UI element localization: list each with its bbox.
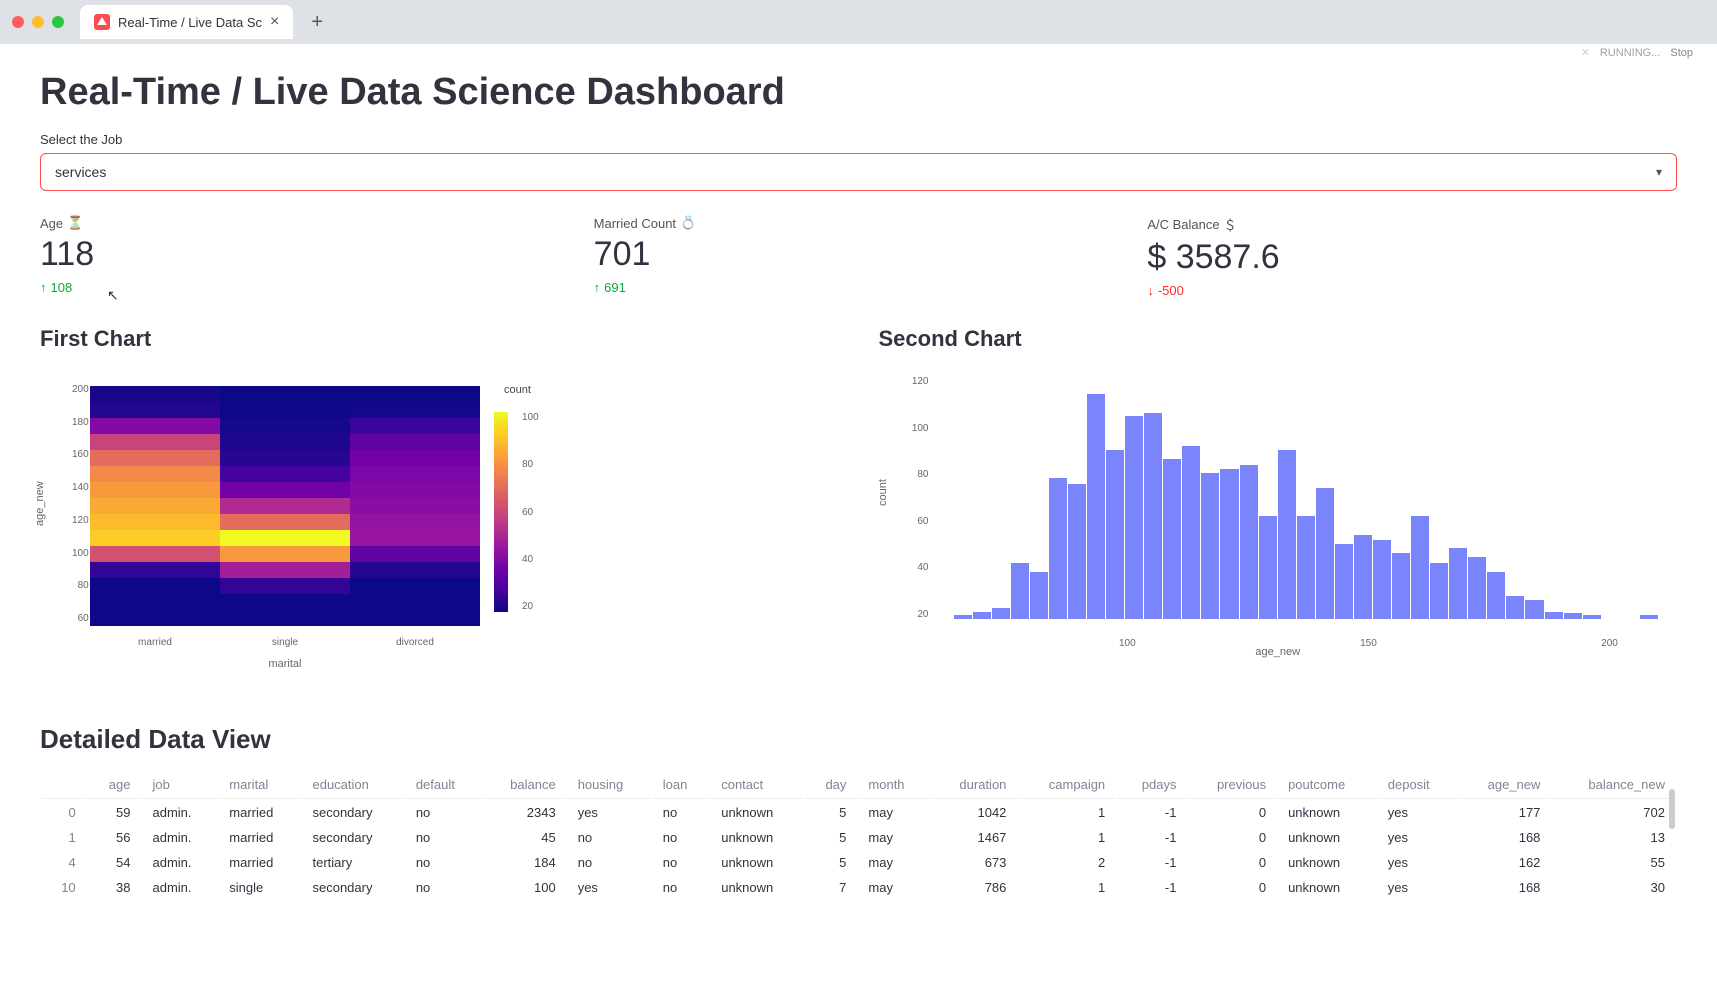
window-max-dot[interactable]	[52, 16, 64, 28]
chevron-down-icon: ▾	[1656, 165, 1662, 179]
window-close-dot[interactable]	[12, 16, 24, 28]
metric-balance-delta: ↓-500	[1147, 283, 1677, 298]
tab-title: Real-Time / Live Data Sc	[118, 15, 262, 30]
first-chart[interactable]: age_new 2001801601401201008060 count 100…	[40, 376, 839, 676]
stop-button[interactable]: Stop	[1670, 47, 1693, 59]
new-tab-button[interactable]: +	[311, 11, 323, 34]
window-min-dot[interactable]	[32, 16, 44, 28]
browser-chrome: Real-Time / Live Data Sc × +	[0, 0, 1717, 44]
page-title: Real-Time / Live Data Science Dashboard	[40, 71, 1677, 114]
table-row[interactable]: 156admin.marriedsecondaryno45nonounknown…	[42, 826, 1675, 849]
app-status-row: ✕ RUNNING... Stop	[0, 44, 1717, 59]
heatmap-ylabel: age_new	[34, 481, 46, 526]
streamlit-favicon	[94, 14, 110, 30]
tab-close-icon[interactable]: ×	[270, 13, 279, 31]
status-running: RUNNING...	[1600, 47, 1661, 59]
metric-age-value: 118	[40, 235, 570, 274]
second-chart-title: Second Chart	[879, 326, 1678, 352]
table-scrollbar[interactable]	[1669, 789, 1675, 829]
table-row[interactable]: 454admin.marriedtertiaryno184nonounknown…	[42, 851, 1675, 874]
traffic-lights	[12, 16, 64, 28]
charts-row: First Chart age_new 20018016014012010080…	[40, 326, 1677, 676]
colorbar	[494, 412, 508, 612]
metric-married-value: 701	[594, 235, 1124, 274]
ring-icon: 💍	[680, 215, 696, 231]
arrow-down-icon: ↓	[1147, 283, 1154, 298]
metric-age: Age ⏳ 118 ↑108	[40, 215, 570, 298]
histo-bars	[935, 376, 1678, 620]
cancel-icon: ✕	[1581, 46, 1590, 59]
hourglass-icon: ⏳	[67, 215, 83, 231]
heatmap-xlabel: marital	[90, 658, 480, 670]
metric-age-label: Age	[40, 216, 63, 231]
histo-yticks: 20406080100120	[909, 376, 929, 620]
table-header-row: agejobmaritaleducationdefaultbalancehous…	[42, 771, 1675, 799]
second-chart[interactable]: count 20406080100120 100150200 age_new	[879, 376, 1678, 676]
browser-tab[interactable]: Real-Time / Live Data Sc ×	[80, 5, 293, 39]
first-chart-title: First Chart	[40, 326, 839, 352]
job-select[interactable]: services ▾	[40, 153, 1677, 191]
colorbar-labels: 10080604020	[522, 412, 539, 612]
metric-married: Married Count 💍 701 ↑691	[594, 215, 1124, 298]
metrics-row: Age ⏳ 118 ↑108 Married Count 💍 701 ↑691 …	[40, 215, 1677, 298]
heatmap-xticks: marriedsingledivorced	[90, 637, 480, 648]
data-table[interactable]: agejobmaritaleducationdefaultbalancehous…	[40, 769, 1677, 901]
metric-balance-label: A/C Balance	[1147, 217, 1219, 232]
metric-married-label: Married Count	[594, 216, 676, 231]
table-row[interactable]: 1038admin.singlesecondaryno100yesnounkno…	[42, 876, 1675, 899]
select-label: Select the Job	[40, 132, 1677, 147]
heatmap-yticks: 2001801601401201008060	[72, 384, 89, 624]
select-value: services	[55, 164, 106, 180]
metric-age-delta: ↑108	[40, 280, 570, 295]
histo-xlabel: age_new	[879, 646, 1678, 658]
table-body: 059admin.marriedsecondaryno2343yesnounkn…	[42, 801, 1675, 899]
table-title: Detailed Data View	[40, 724, 1677, 755]
arrow-up-icon: ↑	[40, 280, 47, 295]
heatmap-grid	[90, 386, 480, 626]
metric-balance: A/C Balance ＄ $ 3587.6 ↓-500	[1147, 215, 1677, 298]
metric-married-delta: ↑691	[594, 280, 1124, 295]
histo-ylabel: count	[877, 479, 889, 506]
metric-balance-value: $ 3587.6	[1147, 238, 1677, 277]
table-row[interactable]: 059admin.marriedsecondaryno2343yesnounkn…	[42, 801, 1675, 824]
dollar-icon: ＄	[1224, 215, 1237, 234]
colorbar-title: count	[504, 384, 531, 396]
arrow-up-icon: ↑	[594, 280, 601, 295]
